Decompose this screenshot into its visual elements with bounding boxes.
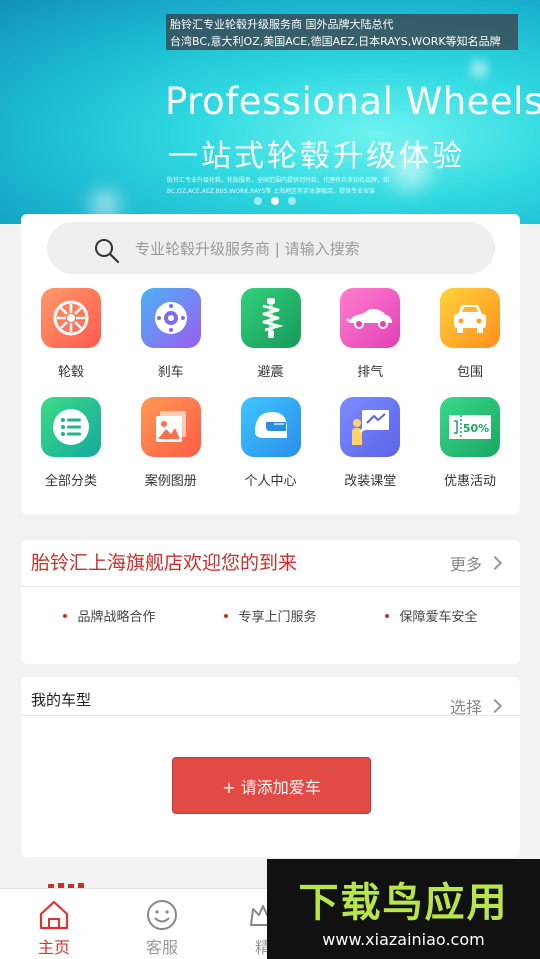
feature-label: 专享上门服务 xyxy=(238,610,317,625)
divider xyxy=(21,715,520,716)
tab-home[interactable]: 主页 xyxy=(19,899,89,958)
car-front-icon xyxy=(440,288,500,348)
list-icon xyxy=(41,397,101,457)
brake-disc-icon xyxy=(140,288,201,348)
smile-icon xyxy=(147,900,177,930)
search-bar[interactable]: 专业轮毂升级服务商 | 请输入搜索 xyxy=(47,222,495,274)
category-bodykit[interactable]: 包围 xyxy=(440,288,500,397)
add-car-button[interactable]: + 请添加爱车 xyxy=(172,757,371,814)
coupon-icon: 50% xyxy=(440,397,500,457)
photo-album-icon xyxy=(140,397,201,457)
my-car-title: 我的车型 xyxy=(31,691,92,709)
banner-subheadline: 一站式轮毂升级体验 xyxy=(168,139,465,174)
wheel-icon xyxy=(41,288,101,348)
watermark-url: www.xiazainiao.com xyxy=(322,929,485,949)
feature-item: 保障爱车安全 xyxy=(385,606,478,625)
banner-headline: Professional Wheels xyxy=(165,80,540,123)
my-car-card: 我的车型 选择 + 请添加爱车 xyxy=(21,677,520,857)
teacher-board-icon xyxy=(340,397,401,457)
banner-caption-line2: 台湾BC,意大利OZ,美国ACE,德国AEZ,日本RAYS,WORK等知名品牌 xyxy=(170,35,501,48)
carousel-dot[interactable] xyxy=(254,197,262,205)
chevron-right-icon xyxy=(487,698,503,714)
sports-car-icon xyxy=(340,288,401,348)
chevron-right-icon xyxy=(487,555,503,571)
helmet-icon xyxy=(240,397,301,457)
category-label: 全部分类 xyxy=(44,474,97,489)
welcome-title: 胎铃汇上海旗舰店欢迎您的到来 xyxy=(31,552,298,574)
banner-caption-line1: 胎铃汇专业轮毂升级服务商 国外品牌大陆总代 xyxy=(170,18,394,31)
watermark-logo: 下载鸟应用 xyxy=(298,879,509,926)
banner-small-text: 胎铃汇专业升级轮毂，轮胎服务，全国范围内提供到付款，代理有众多知名品牌，如BC,… xyxy=(167,177,390,195)
category-label: 排气 xyxy=(357,365,384,380)
tab-label: 客服 xyxy=(145,938,178,957)
tab-label: 主页 xyxy=(37,938,70,957)
feature-label: 品牌战略合作 xyxy=(77,610,156,625)
bullet-icon xyxy=(224,613,229,618)
feature-item: 品牌战略合作 xyxy=(63,606,156,625)
watermark: 下载鸟应用 www.xiazainiao.com xyxy=(267,859,540,959)
carousel-dot-active[interactable] xyxy=(271,197,279,205)
category-label: 个人中心 xyxy=(244,474,297,489)
category-promotions[interactable]: 50% 优惠活动 xyxy=(440,397,500,506)
category-suspension[interactable]: 避震 xyxy=(240,288,301,397)
carousel-dot[interactable] xyxy=(288,197,296,205)
carousel-dots[interactable] xyxy=(254,197,296,205)
category-label: 刹车 xyxy=(157,365,184,380)
category-grid: 轮毂 刹车 避震 排气 包围 全部分类 案例图册 个人中心 改装课堂 50% 优… xyxy=(21,288,520,506)
bullet-icon xyxy=(63,613,68,618)
divider xyxy=(21,586,520,587)
search-input[interactable]: 专业轮毂升级服务商 | 请输入搜索 xyxy=(135,238,360,259)
feature-label: 保障爱车安全 xyxy=(399,610,478,625)
more-link[interactable]: 更多 xyxy=(449,551,503,575)
category-label: 避震 xyxy=(257,365,284,380)
category-label: 改装课堂 xyxy=(344,474,397,489)
feature-list: 品牌战略合作 专享上门服务 保障爱车安全 xyxy=(21,606,520,625)
category-brakes[interactable]: 刹车 xyxy=(140,288,201,397)
category-label: 包围 xyxy=(456,365,483,380)
category-gallery[interactable]: 案例图册 xyxy=(140,397,201,506)
welcome-card: 胎铃汇上海旗舰店欢迎您的到来 更多 品牌战略合作 专享上门服务 保障爱车安全 xyxy=(21,540,520,664)
next-section-peek xyxy=(48,883,84,888)
home-icon xyxy=(39,900,69,930)
search-icon xyxy=(95,239,120,264)
banner-caption-box: 胎铃汇专业轮毂升级服务商 国外品牌大陆总代 台湾BC,意大利OZ,美国ACE,德… xyxy=(166,14,518,50)
category-class[interactable]: 改装课堂 xyxy=(340,397,401,506)
category-card: 专业轮毂升级服务商 | 请输入搜索 轮毂 刹车 避震 排气 包围 全部分类 案例… xyxy=(21,214,520,514)
category-label: 轮毂 xyxy=(57,365,84,380)
category-profile[interactable]: 个人中心 xyxy=(240,397,301,506)
category-exhaust[interactable]: 排气 xyxy=(340,288,401,397)
hero-banner[interactable]: 胎铃汇专业轮毂升级服务商 国外品牌大陆总代 台湾BC,意大利OZ,美国ACE,德… xyxy=(0,0,540,224)
feature-item: 专享上门服务 xyxy=(224,606,317,625)
category-all[interactable]: 全部分类 xyxy=(41,397,101,506)
category-label: 优惠活动 xyxy=(443,474,496,489)
more-label: 更多 xyxy=(449,555,482,574)
category-wheels[interactable]: 轮毂 xyxy=(41,288,101,397)
category-label: 案例图册 xyxy=(144,474,197,489)
coupon-text: 50% xyxy=(463,422,489,435)
tab-service[interactable]: 客服 xyxy=(127,899,197,958)
shock-absorber-icon xyxy=(240,288,301,348)
bullet-icon xyxy=(385,613,390,618)
